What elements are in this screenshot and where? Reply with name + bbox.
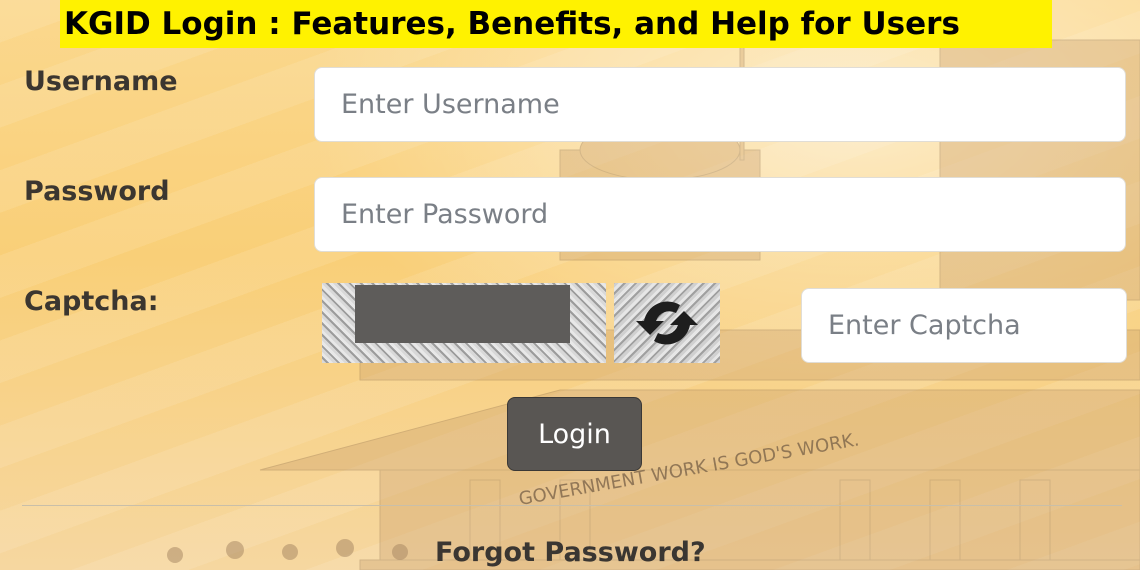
divider [22,505,1122,506]
login-button[interactable]: Login [507,397,642,471]
refresh-icon [636,301,698,345]
username-label: Username [24,66,178,97]
password-label: Password [24,176,170,207]
username-input[interactable] [314,67,1126,142]
captcha-input[interactable] [801,288,1127,363]
captcha-label: Captcha: [24,286,159,317]
forgot-password-link[interactable]: Forgot Password? [435,537,706,568]
page-title: KGID Login : Features, Benefits, and Hel… [64,6,960,42]
captcha-redaction [355,285,570,343]
captcha-refresh-button[interactable] [614,283,720,363]
password-input[interactable] [314,177,1126,252]
